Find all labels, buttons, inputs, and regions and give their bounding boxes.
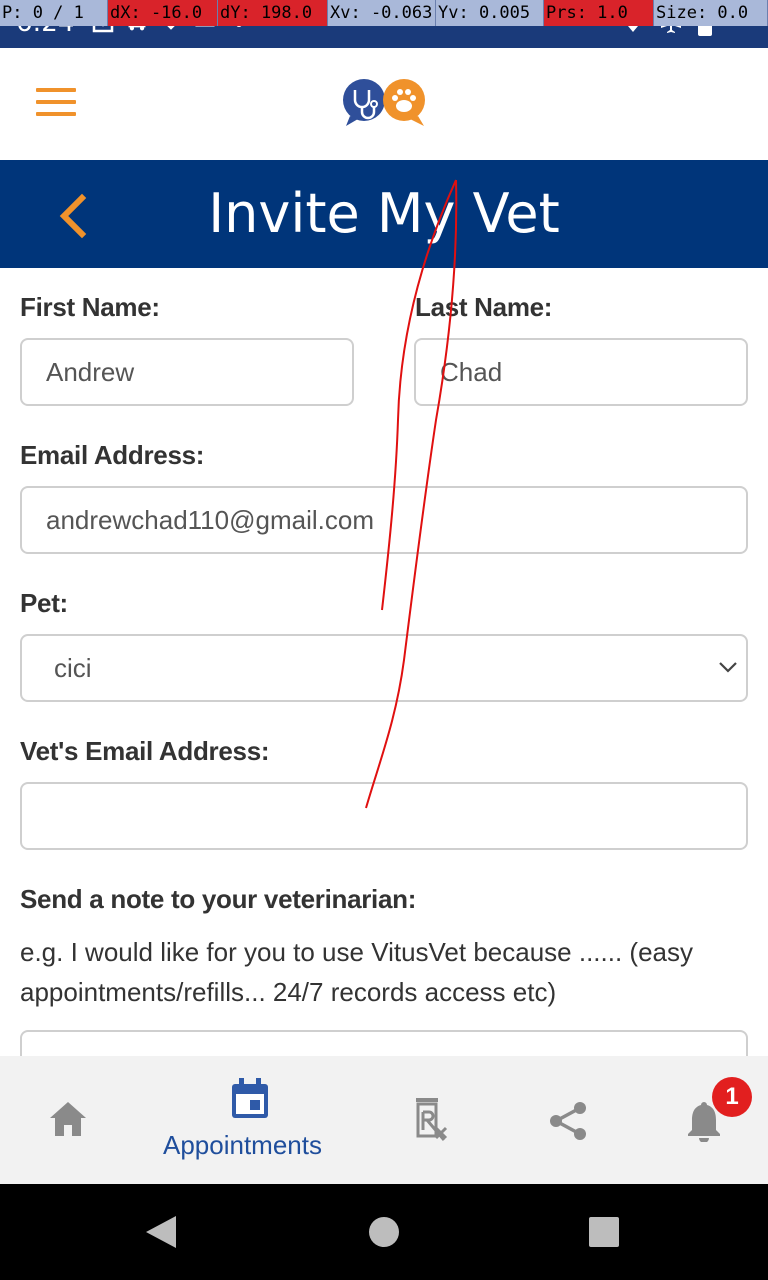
nav-notifications[interactable] [664,1056,744,1184]
debug-cell: Size: 0.0 [654,0,768,26]
nav-home[interactable] [30,1056,110,1184]
vet-email-label: Vet's Email Address: [20,736,270,766]
app-header [0,48,768,160]
note-helper-text: e.g. I would like for you to use VitusVe… [20,937,694,1007]
nav-prescriptions[interactable] [390,1056,470,1184]
email-field[interactable]: andrewchad110@gmail.com [20,486,748,554]
first-name-label: First Name: [20,292,160,322]
invite-form: First Name: Andrew Last Name: Chad Email… [0,268,768,1056]
home-circle-icon[interactable] [368,1216,400,1248]
email-label: Email Address: [20,440,205,470]
nav-appointments-label: Appointments [163,1130,322,1160]
back-triangle-icon[interactable] [144,1214,178,1250]
title-bar: Invite My Vet [0,160,768,268]
debug-cell: Prs: 1.0 [544,0,654,26]
note-textarea[interactable] [20,1030,748,1056]
pointer-debug-overlay: P: 0 / 1 dX: -16.0 dY: 198.0 Xv: -0.063 Yv: … [0,0,768,26]
debug-cell: dY: 198.0 [218,0,328,26]
debug-cell: Xv: -0.063 [328,0,436,26]
last-name-field[interactable]: Chad [414,338,748,406]
chevron-down-icon [719,662,737,673]
vitusvet-logo [343,79,425,126]
page-title: Invite My Vet [208,182,560,245]
share-icon [550,1102,586,1140]
pet-select-value: cici [54,653,92,683]
last-name-label: Last Name: [415,292,553,322]
android-nav-bar [0,1184,768,1280]
status-bar: 6:24 P: 0 / 1dX: -16.0dY: 198.0Xv: -0.06… [0,0,768,48]
note-label: Send a note to your veterinarian: [20,884,417,914]
nav-share[interactable] [528,1056,608,1184]
debug-cell: dX: -16.0 [108,0,218,26]
debug-cell: P: 0 / 1 [0,0,108,26]
notification-badge: 1 [712,1077,752,1117]
home-icon [50,1102,86,1136]
pet-label: Pet: [20,588,68,618]
vet-email-field[interactable] [20,782,748,850]
calendar-icon [232,1078,268,1118]
recents-square-icon[interactable] [588,1216,620,1248]
pet-select[interactable]: cici [20,634,748,702]
debug-cell: Yv: 0.005 [436,0,544,26]
hamburger-icon[interactable] [36,88,76,118]
nav-appointments[interactable]: Appointments [150,1056,360,1184]
first-name-field[interactable]: Andrew [20,338,354,406]
prescription-icon [416,1098,448,1141]
bottom-nav: Appointments [0,1056,768,1184]
